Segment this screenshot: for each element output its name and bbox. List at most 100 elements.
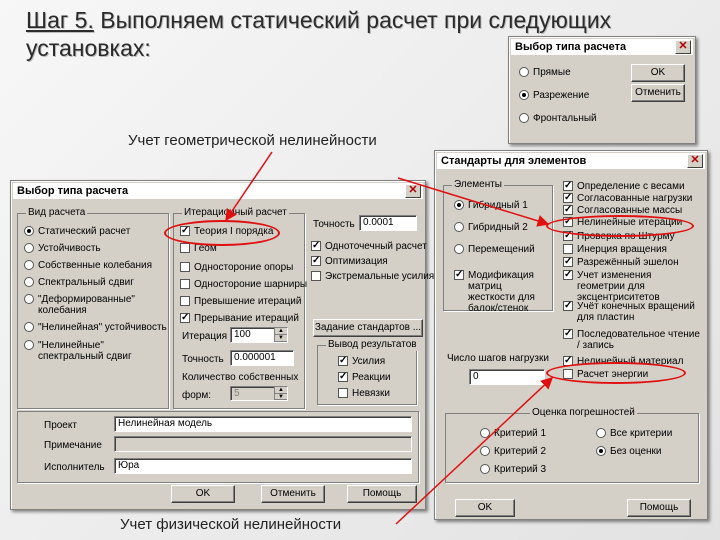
checkbox-icon[interactable] bbox=[311, 271, 321, 281]
close-icon[interactable]: ✕ bbox=[675, 40, 691, 54]
error-option-4[interactable]: Критерий 3 bbox=[480, 464, 546, 475]
checkbox-icon[interactable] bbox=[180, 279, 190, 289]
standards-item-1[interactable]: ✓ Согласованные нагрузки bbox=[563, 193, 701, 204]
checkbox-icon[interactable] bbox=[180, 243, 190, 253]
iterations-spinner[interactable]: ▲ ▼ bbox=[274, 328, 287, 342]
forms-spinner[interactable]: ▲ ▼ bbox=[274, 387, 287, 400]
spin-up-icon[interactable]: ▲ bbox=[275, 328, 287, 335]
error-estimate-group: Оценка погрешностей Критерий 1 Все крите… bbox=[445, 407, 699, 483]
calc-type-option-2[interactable]: Собственные колебания bbox=[24, 260, 152, 271]
standards-help-button[interactable]: Помощь bbox=[627, 499, 691, 517]
radio-icon[interactable] bbox=[24, 322, 34, 332]
executor-input[interactable]: Юра bbox=[114, 458, 412, 474]
close-icon[interactable]: ✕ bbox=[405, 184, 421, 198]
main-ok-button[interactable]: OK bbox=[171, 485, 235, 503]
checkbox-icon[interactable]: ✓ bbox=[563, 193, 573, 203]
output-item-0[interactable]: ✓ Усилия bbox=[338, 356, 385, 367]
small-option-1[interactable]: Разрежение bbox=[519, 90, 589, 101]
radio-icon[interactable] bbox=[24, 226, 34, 236]
radio-icon[interactable] bbox=[454, 222, 464, 232]
checkbox-icon[interactable]: ✓ bbox=[311, 256, 321, 266]
note-input[interactable] bbox=[114, 436, 412, 452]
error-option-0[interactable]: Критерий 1 bbox=[480, 428, 546, 439]
checkbox-icon[interactable] bbox=[180, 296, 190, 306]
radio-icon[interactable] bbox=[519, 113, 529, 123]
output-item-1[interactable]: ✓ Реакции bbox=[338, 372, 391, 383]
radio-icon[interactable] bbox=[24, 294, 34, 304]
radio-icon[interactable] bbox=[480, 446, 490, 456]
radio-icon[interactable] bbox=[454, 244, 464, 254]
highlight-nonlinear-material bbox=[546, 362, 686, 384]
radio-icon[interactable] bbox=[24, 340, 34, 350]
main-dialog-titlebar: Выбор типа расчета ✕ bbox=[13, 183, 423, 199]
standards-item-6[interactable]: ✓ Разрежённый эшелон bbox=[563, 257, 701, 268]
output-item-2[interactable]: Невязки bbox=[338, 388, 390, 399]
checkbox-icon[interactable] bbox=[338, 388, 348, 398]
radio-icon[interactable] bbox=[596, 446, 606, 456]
iter-item-3[interactable]: Одностороние шарниры bbox=[180, 279, 307, 290]
element-option-2[interactable]: Перемещений bbox=[454, 244, 535, 255]
load-steps-input[interactable]: 0 bbox=[469, 369, 545, 385]
checkbox-icon[interactable]: ✓ bbox=[563, 181, 573, 191]
iter-item-2[interactable]: Одностороние опоры bbox=[180, 262, 293, 273]
project-input[interactable]: Нелинейная модель bbox=[114, 416, 412, 432]
calc-type-option-5[interactable]: "Нелинейная" устойчивость bbox=[24, 322, 167, 333]
option-item-0[interactable]: ✓ Одноточечный расчет bbox=[311, 241, 427, 252]
accuracy-input[interactable]: 0.0001 bbox=[359, 215, 417, 231]
small-option-0[interactable]: Прямые bbox=[519, 67, 571, 78]
calc-type-option-1[interactable]: Устойчивость bbox=[24, 243, 101, 254]
iter-accuracy-input[interactable]: 0.000001 bbox=[230, 350, 294, 366]
checkbox-icon[interactable] bbox=[563, 244, 573, 254]
small-ok-button[interactable]: OK bbox=[631, 64, 685, 82]
main-cancel-button[interactable]: Отменить bbox=[261, 485, 325, 503]
modification-checkbox[interactable]: ✓ Модификация матриц жесткости для балок/… bbox=[454, 270, 546, 314]
standards-item-9[interactable]: ✓ Последовательное чтение / запись bbox=[563, 329, 701, 351]
element-option-0[interactable]: Гибридный 1 bbox=[454, 200, 528, 211]
calc-type-option-3[interactable]: Спектральный сдвиг bbox=[24, 277, 134, 288]
radio-icon[interactable] bbox=[519, 67, 529, 77]
standards-item-5[interactable]: Инерция вращения bbox=[563, 244, 701, 255]
small-cancel-button[interactable]: Отменить bbox=[631, 84, 685, 102]
iter-item-4[interactable]: Превышение итераций bbox=[180, 296, 301, 307]
spin-down-icon[interactable]: ▼ bbox=[275, 394, 287, 400]
radio-icon[interactable] bbox=[454, 200, 464, 210]
error-option-3[interactable]: Без оценки bbox=[596, 446, 662, 457]
option-item-1[interactable]: ✓ Оптимизация bbox=[311, 256, 388, 267]
checkbox-icon[interactable]: ✓ bbox=[311, 241, 321, 251]
radio-icon[interactable] bbox=[519, 90, 529, 100]
annotation-geometric: Учет геометрической нелинейности bbox=[128, 132, 377, 149]
radio-icon[interactable] bbox=[596, 428, 606, 438]
radio-icon[interactable] bbox=[24, 243, 34, 253]
checkbox-icon[interactable]: ✓ bbox=[338, 356, 348, 366]
standards-ok-button[interactable]: OK bbox=[455, 499, 515, 517]
element-option-1[interactable]: Гибридный 2 bbox=[454, 222, 528, 233]
calc-type-option-6[interactable]: "Нелинейные" спектральный сдвиг bbox=[24, 340, 148, 362]
option-item-2[interactable]: Экстремальные усилия bbox=[311, 271, 434, 282]
standards-item-8[interactable]: ✓ Учёт конечных вращений для пластин bbox=[563, 301, 701, 323]
standards-item-7[interactable]: ✓ Учет изменения геометрии для эксцентрис… bbox=[563, 270, 701, 303]
calc-type-option-0[interactable]: Статический расчет bbox=[24, 226, 130, 237]
standards-item-0[interactable]: ✓ Определение с весами bbox=[563, 181, 701, 192]
radio-icon[interactable] bbox=[480, 428, 490, 438]
error-option-1[interactable]: Все критерии bbox=[596, 428, 672, 439]
checkbox-icon[interactable]: ✓ bbox=[338, 372, 348, 382]
checkbox-icon[interactable]: ✓ bbox=[563, 205, 573, 215]
main-help-button[interactable]: Помощь bbox=[347, 485, 417, 503]
iter-item-5[interactable]: ✓ Прерывание итераций bbox=[180, 313, 299, 324]
checkbox-icon[interactable]: ✓ bbox=[563, 257, 573, 267]
checkbox-icon[interactable]: ✓ bbox=[563, 270, 573, 280]
small-option-2[interactable]: Фронтальный bbox=[519, 113, 597, 124]
checkbox-icon[interactable] bbox=[180, 262, 190, 272]
checkbox-icon[interactable]: ✓ bbox=[454, 270, 464, 280]
calc-type-option-4[interactable]: "Деформированные" колебания bbox=[24, 294, 158, 316]
checkbox-icon[interactable]: ✓ bbox=[563, 329, 573, 339]
radio-icon[interactable] bbox=[24, 260, 34, 270]
standards-button[interactable]: Задание стандартов ... bbox=[313, 319, 423, 337]
spin-down-icon[interactable]: ▼ bbox=[275, 335, 287, 342]
radio-icon[interactable] bbox=[480, 464, 490, 474]
radio-icon[interactable] bbox=[24, 277, 34, 287]
checkbox-icon[interactable]: ✓ bbox=[180, 313, 190, 323]
error-option-2[interactable]: Критерий 2 bbox=[480, 446, 546, 457]
close-icon[interactable]: ✕ bbox=[687, 154, 703, 168]
checkbox-icon[interactable]: ✓ bbox=[563, 301, 573, 311]
